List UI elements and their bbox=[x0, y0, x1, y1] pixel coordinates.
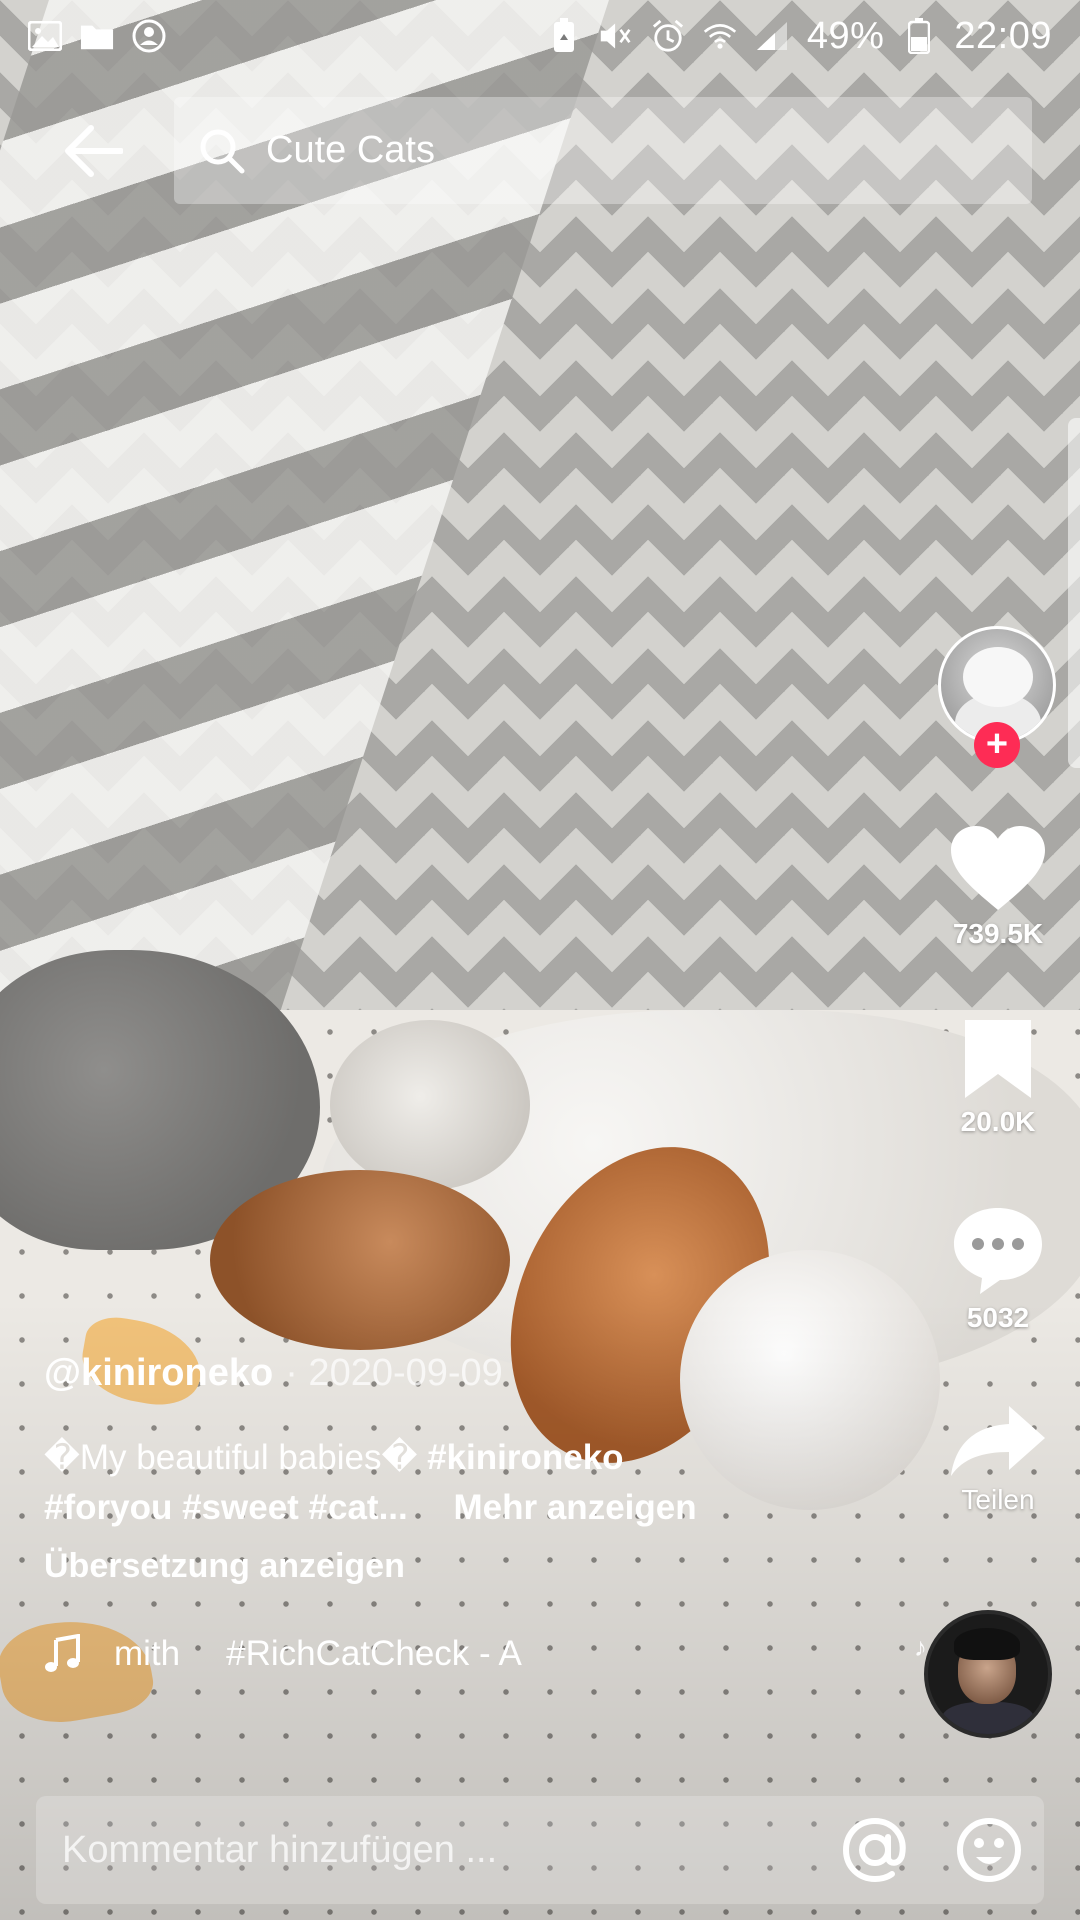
gallery-icon bbox=[28, 19, 62, 53]
music-artist: mith bbox=[114, 1634, 181, 1673]
status-bar: 49% 22:09 bbox=[0, 0, 1080, 72]
post-description: �My beautiful babies� #kinironeko #foryo… bbox=[44, 1433, 864, 1533]
disc-avatar-shirt bbox=[942, 1702, 1034, 1734]
search-bar[interactable]: Cute Cats bbox=[174, 97, 1032, 204]
music-title: #RichCatCheck - A bbox=[226, 1634, 522, 1673]
description-text: �My beautiful babies� bbox=[44, 1438, 418, 1477]
author-username[interactable]: @kinironeko bbox=[44, 1352, 273, 1395]
arrow-left-icon bbox=[65, 125, 123, 177]
clock: 22:09 bbox=[954, 14, 1052, 57]
at-sign-icon bbox=[842, 1817, 906, 1883]
share-button[interactable]: Teilen bbox=[938, 1404, 1058, 1516]
hashtag-list[interactable]: #foryou #sweet #cat... bbox=[44, 1488, 408, 1527]
show-translation-link[interactable]: Übersetzung anzeigen bbox=[44, 1547, 864, 1586]
back-button[interactable] bbox=[60, 118, 126, 184]
share-label: Teilen bbox=[961, 1484, 1035, 1515]
side-handle[interactable] bbox=[1068, 418, 1080, 768]
hashtag[interactable]: #kinironeko bbox=[427, 1438, 623, 1477]
status-left bbox=[28, 19, 166, 53]
comment-count: 5032 bbox=[966, 1302, 1030, 1333]
battery-icon bbox=[902, 18, 936, 54]
battery-percent: 49% bbox=[806, 14, 885, 57]
music-disc[interactable] bbox=[924, 1610, 1052, 1738]
folder-icon bbox=[80, 19, 114, 53]
show-more-link[interactable]: Mehr anzeigen bbox=[454, 1488, 697, 1527]
comment-button[interactable]: 5032 bbox=[938, 1204, 1058, 1334]
share-arrow-icon bbox=[951, 1406, 1045, 1476]
disc-avatar-hair bbox=[954, 1628, 1020, 1660]
mention-button[interactable] bbox=[840, 1815, 910, 1885]
search-icon bbox=[200, 129, 245, 173]
mute-icon bbox=[599, 19, 633, 53]
signal-icon bbox=[755, 19, 789, 53]
emoji-button[interactable] bbox=[954, 1815, 1024, 1885]
creator-avatar-group[interactable]: + bbox=[938, 626, 1058, 768]
bookmark-icon bbox=[965, 1020, 1031, 1098]
status-right: 49% 22:09 bbox=[547, 15, 1052, 58]
recycle-battery-icon bbox=[547, 18, 581, 53]
post-date: · 2020-09-09 bbox=[285, 1352, 503, 1394]
account-circle-icon bbox=[132, 19, 166, 53]
comment-input[interactable] bbox=[60, 1827, 840, 1873]
alarm-icon bbox=[651, 19, 685, 53]
favorite-button[interactable]: 20.0K bbox=[938, 1018, 1058, 1138]
music-note-icon bbox=[45, 1634, 80, 1672]
author-line: @kinironeko · 2020-09-09 bbox=[44, 1352, 864, 1395]
smiley-icon bbox=[957, 1818, 1021, 1882]
mother-cat-head bbox=[330, 1020, 530, 1190]
comment-bubble-icon bbox=[954, 1208, 1042, 1294]
wifi-icon bbox=[703, 19, 737, 53]
avatar-cat-face bbox=[963, 647, 1033, 707]
search-query: Cute Cats bbox=[266, 129, 435, 171]
heart-icon bbox=[951, 826, 1045, 910]
caption-area: @kinironeko · 2020-09-09 �My beautiful b… bbox=[44, 1352, 864, 1674]
music-info[interactable]: mith #RichCatCheck - A bbox=[44, 1634, 864, 1674]
comment-bar[interactable] bbox=[36, 1796, 1044, 1904]
favorite-count: 20.0K bbox=[960, 1106, 1036, 1137]
like-count: 739.5K bbox=[952, 918, 1044, 949]
follow-button[interactable]: + bbox=[974, 722, 1020, 768]
like-button[interactable]: 739.5K bbox=[938, 824, 1058, 950]
